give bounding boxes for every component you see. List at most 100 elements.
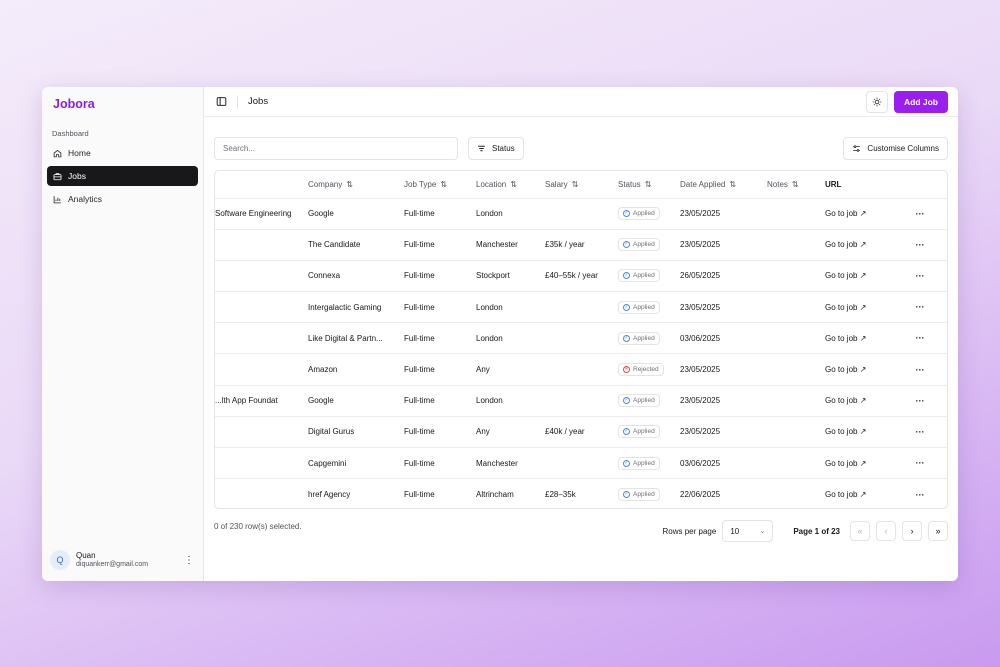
row-actions-cell: ···	[893, 228, 947, 261]
table-header-row: Company ⇅ Job Type ⇅ Location ⇅ Salary ⇅ Sta…	[215, 171, 947, 198]
date-applied-cell: 23/05/2025	[680, 384, 767, 417]
previous-page-button[interactable]: ‹	[876, 521, 896, 541]
customise-columns-button[interactable]: Customise Columns	[843, 137, 948, 160]
more-horizontal-icon[interactable]: ···	[916, 365, 925, 375]
sort-icon[interactable]: ⇅	[572, 180, 579, 189]
job-type-cell: Full-time	[404, 384, 476, 417]
column-header-date-applied[interactable]: Date Applied ⇅	[680, 171, 767, 198]
sort-icon[interactable]: ⇅	[792, 180, 799, 189]
column-header-status[interactable]: Status ⇅	[618, 171, 680, 198]
user-profile[interactable]: Q Quan diquankerr@gmail.com ⋮	[50, 547, 195, 573]
more-horizontal-icon[interactable]: ···	[916, 458, 925, 468]
sort-icon[interactable]: ⇅	[440, 180, 447, 189]
go-to-job-link[interactable]: Go to job ↗	[825, 271, 866, 280]
column-header-label: Salary	[545, 179, 568, 189]
go-to-job-link[interactable]: Go to job ↗	[825, 490, 866, 499]
go-to-job-link[interactable]: Go to job ↗	[825, 396, 866, 405]
location-cell: London	[476, 197, 545, 230]
status-cell: ✓ Applied	[618, 291, 680, 323]
more-horizontal-icon[interactable]: ···	[916, 302, 925, 312]
column-header-job-type[interactable]: Job Type ⇅	[404, 171, 476, 198]
sort-icon[interactable]: ⇅	[645, 180, 652, 189]
url-cell: Go to job ↗	[825, 415, 893, 448]
more-horizontal-icon[interactable]: ···	[916, 490, 925, 500]
notes-cell	[767, 259, 825, 292]
user-name: Quan	[76, 551, 96, 560]
sort-icon[interactable]: ⇅	[346, 180, 353, 189]
check-circle-icon: ✓	[623, 334, 630, 342]
go-to-job-link[interactable]: Go to job ↗	[825, 459, 866, 468]
table-row[interactable]: Digital Gurus Full-time Any £40k / year ✓ App…	[215, 415, 947, 448]
sidebar-item-jobs[interactable]: Jobs	[47, 166, 198, 186]
sidebar-item-analytics[interactable]: Analytics	[47, 189, 198, 209]
table-footer: 0 of 230 row(s) selected. Rows per page …	[214, 519, 948, 543]
sidebar-toggle-icon[interactable]	[216, 96, 227, 107]
more-horizontal-icon[interactable]: ···	[916, 333, 925, 343]
go-to-job-link[interactable]: Go to job ↗	[825, 240, 866, 249]
sidebar-item-home[interactable]: Home	[47, 143, 198, 163]
rows-per-page-select[interactable]: 10 ⌄	[722, 520, 774, 542]
table-row[interactable]: Connexa Full-time Stockport £40–55k / year ✓…	[215, 259, 947, 292]
last-page-button[interactable]: »	[928, 521, 948, 541]
date-applied-cell: 22/06/2025	[680, 478, 767, 508]
status-cell: ✓ Applied	[618, 384, 680, 417]
salary-cell	[545, 353, 618, 386]
salary-cell	[545, 384, 618, 417]
table-row[interactable]: Capgemini Full-time Manchester ✓ Applied 03/0…	[215, 446, 947, 479]
table-row[interactable]: Like Digital & Partn... Full-time London ✓ A…	[215, 322, 947, 354]
table-row[interactable]: Intergalactic Gaming Full-time London ✓ Appl…	[215, 291, 947, 323]
first-page-button[interactable]: «	[850, 521, 870, 541]
more-vertical-icon[interactable]: ⋮	[183, 555, 195, 566]
status-cell: ✓ Applied	[618, 197, 680, 230]
status-badge: ✓ Applied	[618, 238, 660, 252]
column-header-url: URL	[825, 179, 842, 189]
column-header-notes[interactable]: Notes ⇅	[767, 171, 825, 198]
job-title-cell	[215, 228, 308, 261]
notes-cell	[767, 228, 825, 261]
status-badge: ✓ Applied	[618, 269, 660, 283]
add-job-button[interactable]: Add Job	[894, 90, 948, 113]
company-cell: Digital Gurus	[308, 415, 404, 448]
more-horizontal-icon[interactable]: ···	[916, 427, 925, 437]
job-type-cell: Full-time	[404, 322, 476, 354]
status-badge: ✓ Applied	[618, 456, 660, 470]
column-header-actions	[893, 171, 947, 198]
status-badge: ✓ Applied	[618, 488, 660, 502]
salary-cell: £28–35k	[545, 478, 618, 508]
sort-icon[interactable]: ⇅	[729, 180, 736, 189]
status-badge: ✓ Applied	[618, 331, 660, 345]
more-horizontal-icon[interactable]: ···	[916, 396, 925, 406]
column-header-company[interactable]: Company ⇅	[308, 171, 404, 198]
divider	[237, 95, 238, 108]
more-horizontal-icon[interactable]: ···	[916, 271, 925, 281]
rows-per-page-value: 10	[730, 526, 740, 536]
go-to-job-link[interactable]: Go to job ↗	[825, 334, 866, 343]
table-row[interactable]: Amazon Full-time Any ✕ Rejected 23/05/2025 Go …	[215, 353, 947, 386]
brand-logo[interactable]: Jobora	[47, 87, 198, 123]
go-to-job-link[interactable]: Go to job ↗	[825, 209, 866, 218]
next-page-button[interactable]: ›	[902, 521, 922, 541]
notes-cell	[767, 291, 825, 323]
more-horizontal-icon[interactable]: ···	[916, 209, 925, 219]
table-row[interactable]: lth App Foundat... Google Full-time London ✓…	[215, 384, 947, 417]
search-input[interactable]: Search...	[214, 137, 458, 160]
pagination: « ‹ › »	[850, 521, 948, 541]
more-horizontal-icon[interactable]: ···	[916, 240, 925, 250]
go-to-job-link[interactable]: Go to job ↗	[825, 365, 866, 374]
go-to-job-link[interactable]: Go to job ↗	[825, 303, 866, 312]
job-type-cell: Full-time	[404, 291, 476, 323]
status-filter-button[interactable]: Status	[468, 137, 524, 160]
table-row[interactable]: The Candidate Full-time Manchester £35k / y…	[215, 228, 947, 261]
go-to-job-link[interactable]: Go to job ↗	[825, 427, 866, 436]
sort-icon[interactable]: ⇅	[510, 180, 517, 189]
salary-cell	[545, 446, 618, 479]
salary-cell: £40k / year	[545, 415, 618, 448]
column-header-location[interactable]: Location ⇅	[476, 171, 545, 198]
notes-cell	[767, 384, 825, 417]
theme-toggle-button[interactable]	[866, 90, 888, 113]
column-header-salary[interactable]: Salary ⇅	[545, 171, 618, 198]
chart-icon	[53, 195, 61, 203]
table-row[interactable]: Software Engineering Google Full-time Londo…	[215, 197, 947, 230]
table-row[interactable]: href Agency Full-time Altrincham £28–35k ✓ Ap…	[215, 478, 947, 508]
salary-cell	[545, 291, 618, 323]
